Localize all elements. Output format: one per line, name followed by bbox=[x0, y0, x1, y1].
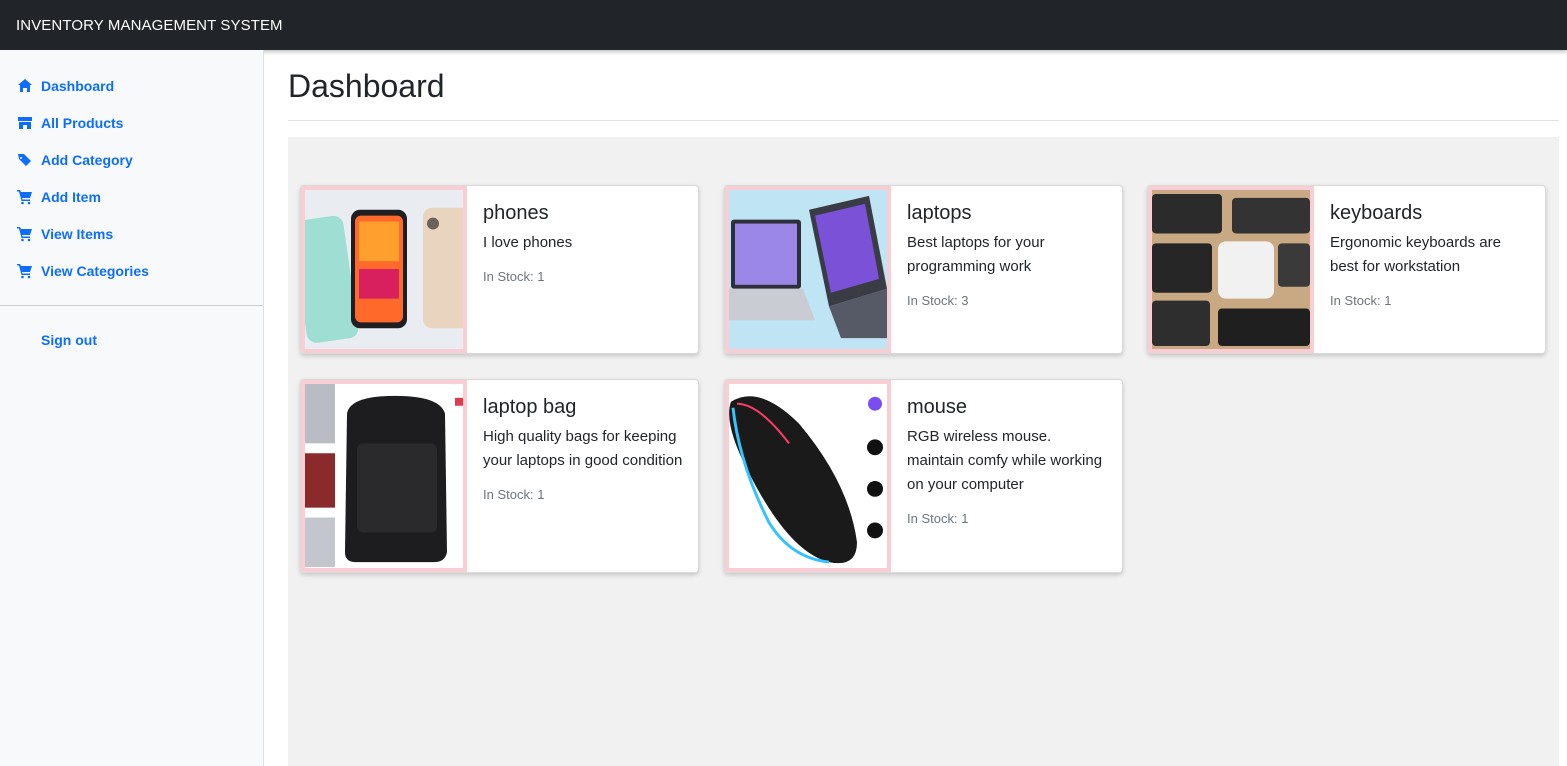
card-body: phones I love phones In Stock: 1 bbox=[483, 202, 684, 284]
card-stock: In Stock: 1 bbox=[907, 511, 969, 526]
keyboards-image bbox=[1148, 186, 1314, 353]
card-body: keyboards Ergonomic keyboards are best f… bbox=[1330, 202, 1531, 308]
top-navbar: INVENTORY MANAGEMENT SYSTEM bbox=[0, 0, 1567, 50]
cart-icon bbox=[17, 227, 32, 242]
sidebar-item-all-products[interactable]: All Products bbox=[17, 112, 123, 134]
cart-icon bbox=[17, 190, 32, 205]
laptop-bag-image bbox=[301, 380, 467, 572]
sidebar-item-view-categories[interactable]: View Categories bbox=[17, 260, 149, 282]
card-body: laptops Best laptops for your programmin… bbox=[907, 202, 1108, 308]
phones-image bbox=[301, 186, 467, 353]
sign-out-link[interactable]: Sign out bbox=[41, 332, 97, 348]
card-description: Best laptops for your programming work bbox=[907, 234, 1045, 275]
tags-icon bbox=[18, 154, 31, 166]
sidebar-item-label: View Categories bbox=[41, 263, 149, 279]
card-description: I love phones bbox=[483, 234, 573, 251]
product-card-keyboards[interactable]: keyboards Ergonomic keyboards are best f… bbox=[1147, 185, 1546, 354]
card-body: mouse RGB wireless mouse. maintain comfy… bbox=[907, 396, 1108, 526]
product-card-laptops[interactable]: laptops Best laptops for your programmin… bbox=[724, 185, 1123, 354]
sidebar: Dashboard All Products Add Category Add … bbox=[0, 50, 264, 766]
home-icon bbox=[18, 79, 32, 92]
card-title: mouse bbox=[907, 396, 968, 418]
card-title: phones bbox=[483, 202, 549, 224]
sidebar-item-dashboard[interactable]: Dashboard bbox=[17, 75, 114, 97]
product-card-phones[interactable]: phones I love phones In Stock: 1 bbox=[300, 185, 699, 354]
sidebar-item-view-items[interactable]: View Items bbox=[17, 223, 113, 245]
sidebar-item-label: All Products bbox=[41, 115, 124, 131]
sidebar-item-label: Add Item bbox=[41, 189, 101, 205]
card-body: laptop bag High quality bags for keeping… bbox=[483, 396, 684, 502]
card-title: laptop bag bbox=[483, 396, 577, 418]
app-title[interactable]: INVENTORY MANAGEMENT SYSTEM bbox=[16, 17, 283, 34]
product-card-laptop-bag[interactable]: laptop bag High quality bags for keeping… bbox=[300, 379, 699, 573]
title-divider bbox=[288, 120, 1559, 121]
dashboard-content: phones I love phones In Stock: 1 laptops… bbox=[288, 137, 1559, 766]
card-description: Ergonomic keyboards are best for worksta… bbox=[1330, 234, 1501, 275]
product-card-mouse[interactable]: mouse RGB wireless mouse. maintain comfy… bbox=[724, 379, 1123, 573]
card-description: High quality bags for keeping your lapto… bbox=[483, 428, 683, 469]
mouse-image bbox=[725, 380, 891, 572]
sidebar-item-label: Add Category bbox=[41, 152, 133, 168]
card-title: laptops bbox=[907, 202, 972, 224]
card-description: RGB wireless mouse. maintain comfy while… bbox=[907, 428, 1103, 493]
sidebar-item-label: View Items bbox=[41, 226, 114, 242]
sidebar-item-label: Dashboard bbox=[41, 78, 115, 94]
card-title: keyboards bbox=[1330, 202, 1423, 224]
sidebar-item-add-item[interactable]: Add Item bbox=[17, 186, 101, 208]
laptops-image bbox=[725, 186, 891, 353]
cart-icon bbox=[17, 264, 32, 279]
sidebar-divider bbox=[0, 305, 263, 306]
sidebar-item-add-category[interactable]: Add Category bbox=[17, 149, 133, 171]
card-stock: In Stock: 1 bbox=[483, 487, 545, 502]
card-stock: In Stock: 1 bbox=[1330, 293, 1392, 308]
card-stock: In Stock: 1 bbox=[483, 269, 545, 284]
store-icon bbox=[18, 117, 32, 129]
card-stock: In Stock: 3 bbox=[907, 293, 969, 308]
page-title: Dashboard bbox=[288, 68, 445, 104]
